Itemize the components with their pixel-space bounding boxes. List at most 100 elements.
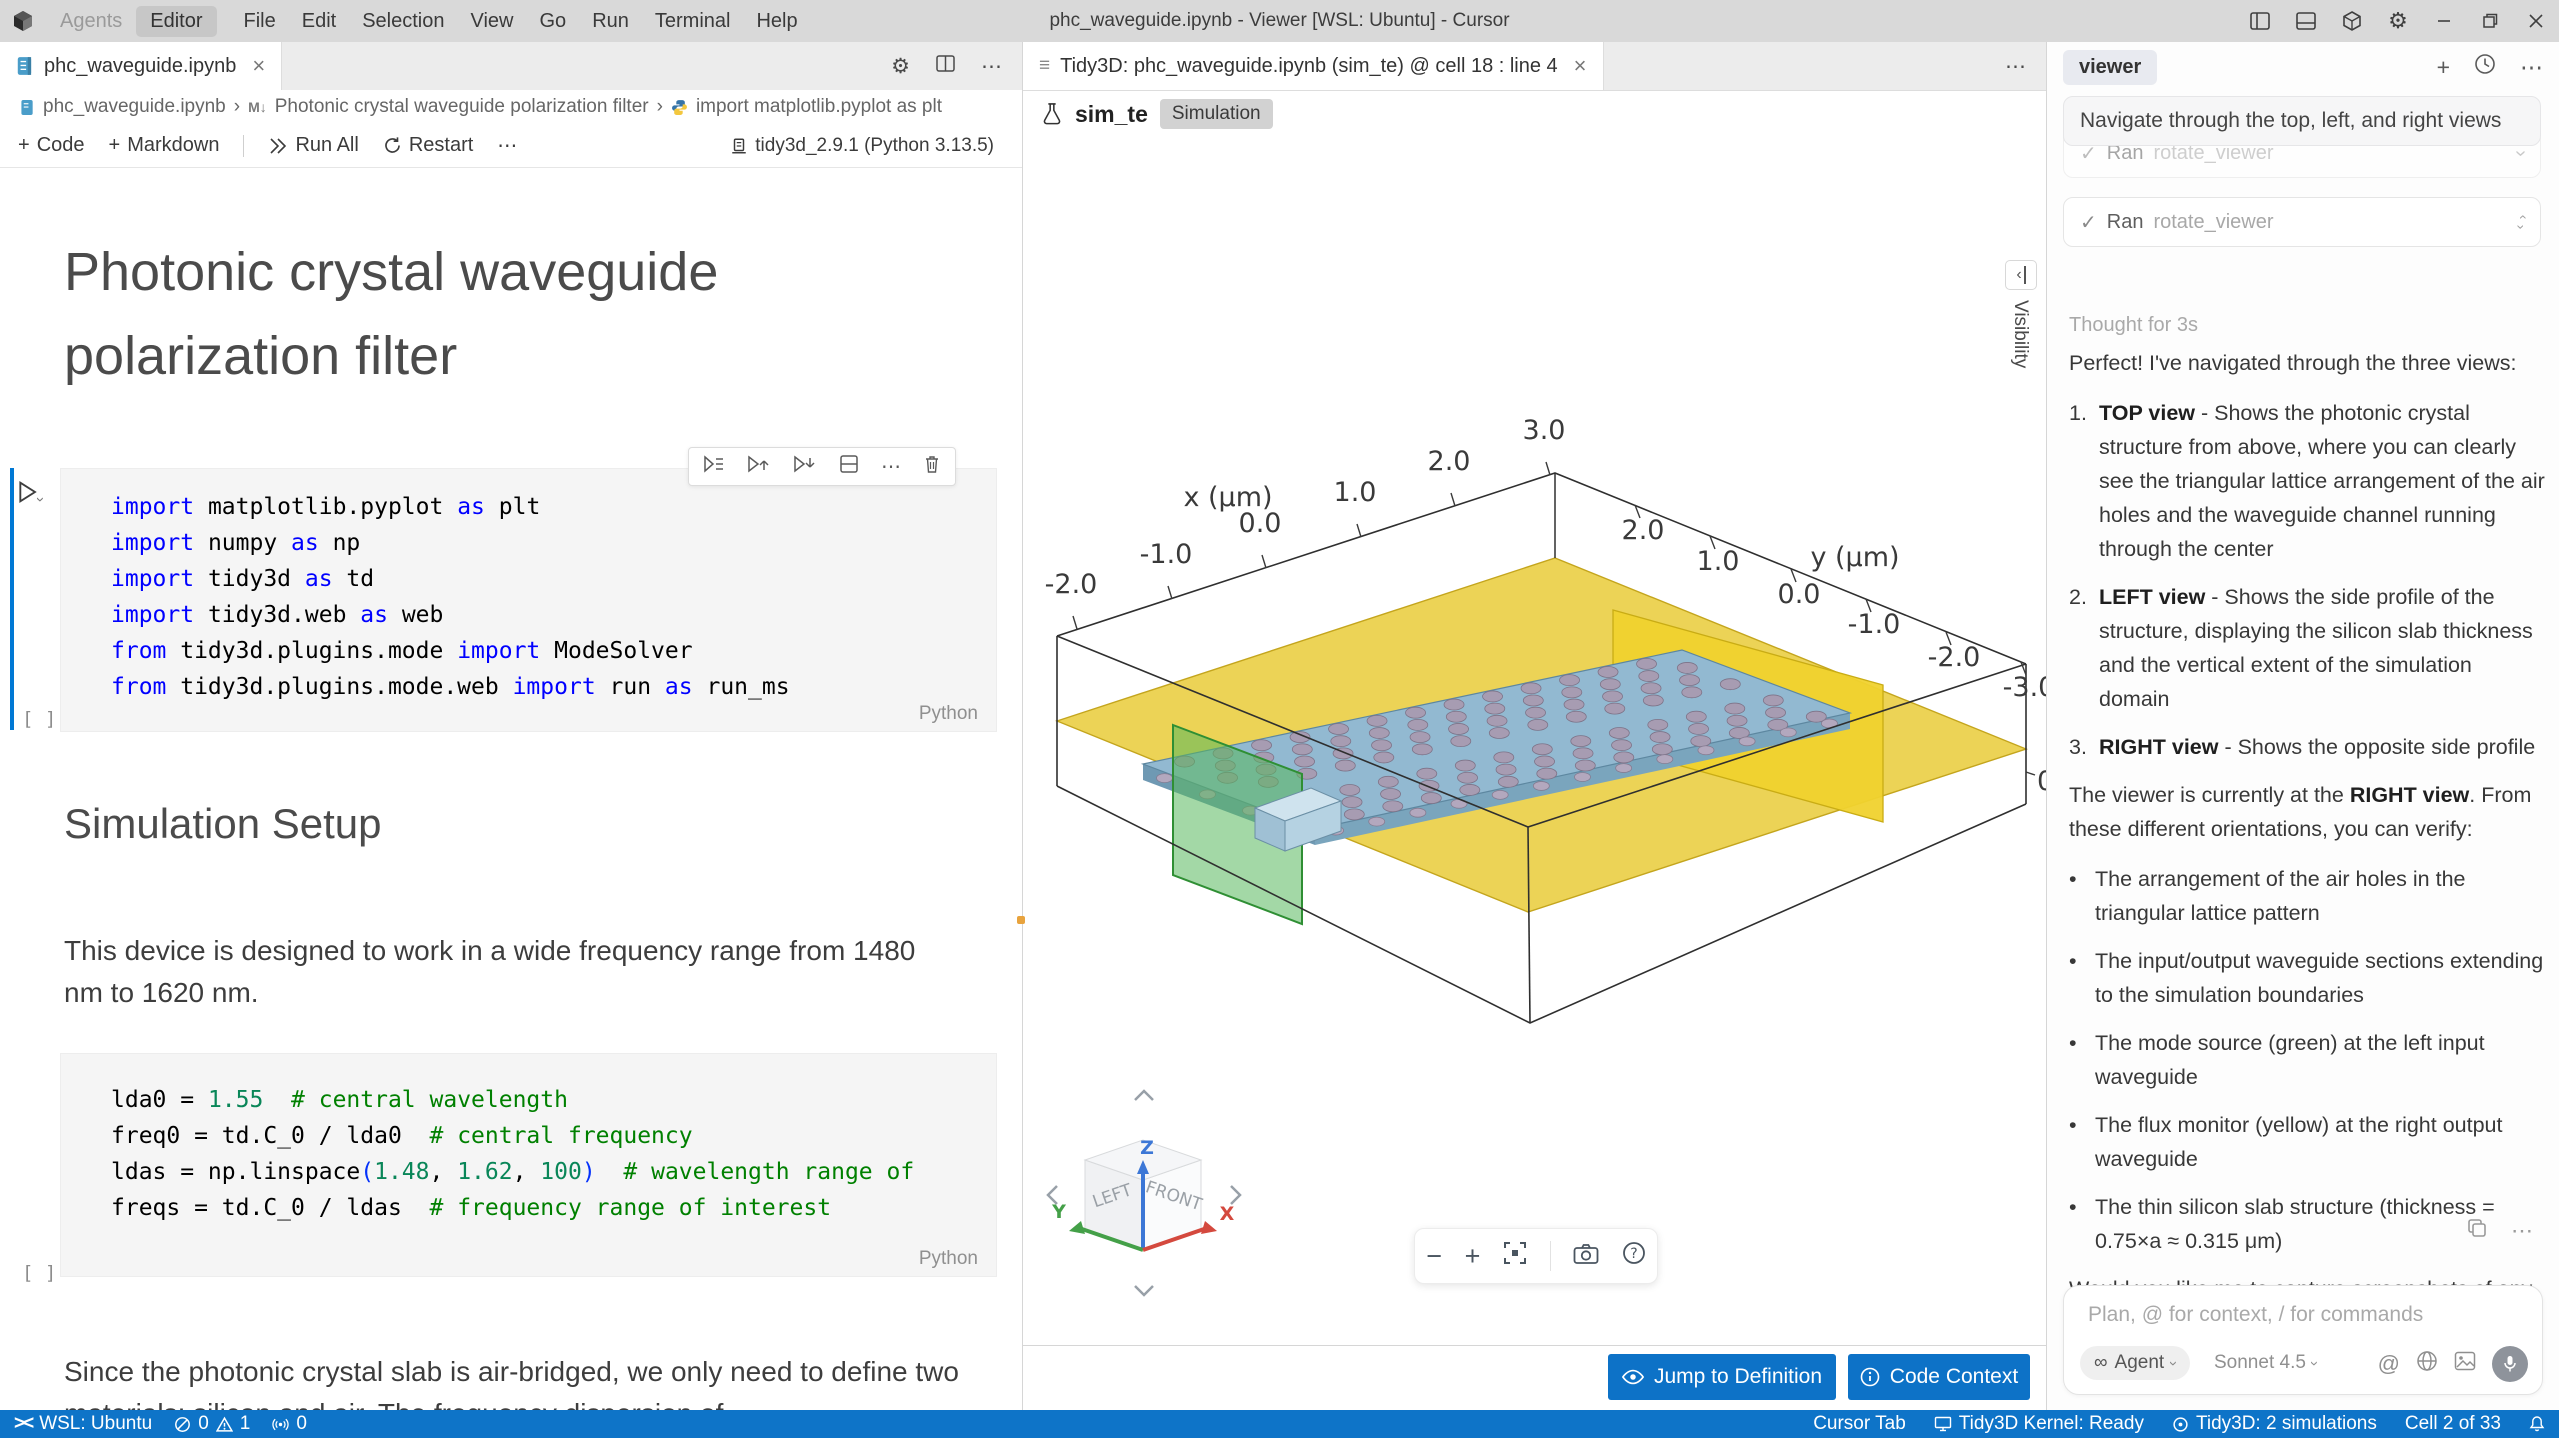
cube-y-axis-label: Y [1051, 1201, 1066, 1223]
breadcrumb-file[interactable]: phc_waveguide.ipynb [43, 96, 226, 118]
breadcrumb-sep: › [657, 96, 663, 118]
chat-header: viewer + ⋯ [2047, 42, 2559, 92]
simulation-badge: Simulation [1160, 99, 1273, 129]
more-actions-icon[interactable]: ⋯ [981, 54, 1002, 79]
message-more-icon[interactable]: ⋯ [2511, 1218, 2533, 1244]
execute-above-icon[interactable] [747, 454, 771, 479]
rotate-down-chevron[interactable] [1135, 1286, 1153, 1295]
rotate-up-chevron[interactable] [1135, 1091, 1153, 1100]
3d-viewport[interactable]: -2.0 -1.0 0.0 1.0 2.0 3.0 x (µm) 2.0 1.0… [1023, 138, 2046, 1345]
thought-duration[interactable]: Thought for 3s [2069, 314, 2198, 337]
notifications-bell-icon[interactable] [2529, 1415, 2545, 1433]
split-cell-icon[interactable] [839, 454, 859, 479]
remote-indicator[interactable]: >< WSL: Ubuntu [14, 1413, 152, 1435]
close-window-button[interactable] [2513, 0, 2559, 42]
cursor-ai-icon[interactable] [2329, 0, 2375, 42]
breadcrumb[interactable]: phc_waveguide.ipynb › M↓ Photonic crysta… [0, 90, 1022, 124]
toggle-sidebar-icon[interactable] [2237, 0, 2283, 42]
expand-collapse-icon[interactable]: ›› [2519, 212, 2524, 232]
web-globe-icon[interactable] [2416, 1350, 2438, 1378]
expand-chevron-icon[interactable]: › [2509, 150, 2532, 157]
plus-icon: + [18, 134, 30, 157]
navigation-cube[interactable]: LEFT FRONT Z Y X [1048, 1091, 1240, 1295]
tab-close-icon[interactable]: × [1574, 53, 1587, 79]
run-all-button[interactable]: Run All [268, 134, 358, 157]
new-chat-icon[interactable]: + [2437, 54, 2450, 81]
code-cell-parameters[interactable]: lda0 = 1.55 # central wavelengthfreq0 = … [60, 1053, 997, 1277]
list-icon: ≡ [1039, 55, 1050, 77]
cell-position-status[interactable]: Cell 2 of 33 [2405, 1413, 2501, 1435]
zoom-in-icon[interactable]: + [1465, 1241, 1481, 1272]
fit-view-icon[interactable] [1503, 1241, 1527, 1272]
problems-indicator[interactable]: 0 1 [174, 1413, 250, 1435]
zoom-out-icon[interactable]: − [1426, 1241, 1442, 1272]
copy-icon[interactable] [2467, 1218, 2487, 1244]
broadcast-indicator[interactable]: 0 [272, 1413, 307, 1435]
minimize-button[interactable] [2421, 0, 2467, 42]
breadcrumb-section[interactable]: Photonic crystal waveguide polarization … [275, 96, 649, 118]
menu-selection[interactable]: Selection [349, 6, 457, 37]
settings-gear-icon[interactable]: ⚙ [2375, 0, 2421, 42]
split-editor-icon[interactable] [936, 54, 955, 78]
cursor-tab-status[interactable]: Cursor Tab [1813, 1413, 1906, 1435]
collapse-panel-icon[interactable]: ‹ [2005, 260, 2037, 290]
tab-close-icon[interactable]: × [252, 53, 265, 79]
restart-icon [383, 136, 402, 155]
code-editor-parameters[interactable]: lda0 = 1.55 # central wavelengthfreq0 = … [111, 1082, 914, 1226]
execute-below-icon[interactable] [793, 454, 817, 479]
tab-notebook[interactable]: phc_waveguide.ipynb × [0, 42, 282, 90]
notebook-pane: phc_waveguide.ipynb × ⚙ ⋯ phc_waveguide.… [0, 42, 1023, 1410]
tab-tidy3d-viewer[interactable]: ≡ Tidy3D: phc_waveguide.ipynb (sim_te) @… [1023, 42, 1604, 90]
notebook-settings-gear-icon[interactable]: ⚙ [891, 54, 910, 79]
agent-mode-selector[interactable]: ∞ Agent › [2080, 1346, 2190, 1380]
kernel-picker[interactable]: tidy3d_2.9.1 (Python 3.13.5) [730, 135, 1022, 157]
svg-text:0.0: 0.0 [1778, 579, 1821, 610]
menu-file[interactable]: File [231, 6, 289, 37]
add-code-button[interactable]: +Code [18, 134, 85, 157]
menu-terminal[interactable]: Terminal [642, 6, 744, 37]
chat-tab-viewer[interactable]: viewer [2063, 50, 2157, 85]
message-intro: Perfect! I've navigated through the thre… [2069, 346, 2547, 380]
run-cell-button[interactable]: › [16, 480, 43, 509]
mode-tab-agents[interactable]: Agents [46, 6, 136, 37]
code-context-button[interactable]: Code Context [1848, 1354, 2030, 1400]
visibility-panel-label[interactable]: Visibility [2009, 300, 2031, 368]
screenshot-camera-icon[interactable] [1573, 1241, 1599, 1272]
simulations-status[interactable]: Tidy3D: 2 simulations [2172, 1413, 2377, 1435]
cursor-logo-icon [0, 0, 46, 42]
rotate-right-chevron[interactable] [1231, 1186, 1240, 1204]
history-clock-icon[interactable] [2474, 53, 2496, 81]
breadcrumb-cell[interactable]: import matplotlib.pyplot as plt [696, 96, 942, 118]
menu-help[interactable]: Help [743, 6, 810, 37]
code-editor-imports[interactable]: import matplotlib.pyplot as pltimport nu… [111, 489, 790, 705]
kernel-status[interactable]: Tidy3D Kernel: Ready [1934, 1413, 2144, 1435]
cell-language-label[interactable]: Python [919, 703, 978, 725]
tool-call-card[interactable]: ✓ Ranrotate_viewer ›› [2063, 197, 2541, 247]
help-icon[interactable]: ? [1622, 1241, 1646, 1272]
menu-go[interactable]: Go [527, 6, 580, 37]
more-actions-icon[interactable]: ⋯ [2005, 54, 2026, 79]
restart-button[interactable]: Restart [383, 134, 473, 157]
restore-button[interactable] [2467, 0, 2513, 42]
code-cell-imports[interactable]: ⋯ import matplotlib.pyplot as pltimport … [60, 468, 997, 732]
attach-image-icon[interactable] [2454, 1351, 2476, 1377]
voice-mic-icon[interactable] [2492, 1346, 2528, 1382]
notebook-content[interactable]: Photonic crystal waveguide polarization … [0, 168, 1022, 1410]
execute-row-icon[interactable] [703, 454, 725, 479]
toggle-panel-icon[interactable] [2283, 0, 2329, 42]
delete-cell-icon[interactable] [923, 454, 941, 479]
mention-icon[interactable]: @ [2378, 1351, 2400, 1377]
chat-input[interactable] [2086, 1302, 2510, 1328]
menu-view[interactable]: View [458, 6, 527, 37]
cell-language-label[interactable]: Python [919, 1248, 978, 1270]
add-markdown-button[interactable]: +Markdown [109, 134, 220, 157]
model-selector[interactable]: Sonnet 4.5 › [2214, 1352, 2317, 1374]
menu-edit[interactable]: Edit [289, 6, 349, 37]
toolbar-more-icon[interactable]: ⋯ [497, 133, 517, 158]
message-paragraph: The viewer is currently at the RIGHT vie… [2069, 778, 2547, 846]
chat-input-box[interactable]: ∞ Agent › Sonnet 4.5 › @ [2063, 1285, 2543, 1395]
chat-more-icon[interactable]: ⋯ [2520, 54, 2543, 81]
jump-to-definition-button[interactable]: Jump to Definition [1608, 1354, 1836, 1400]
mode-tab-editor[interactable]: Editor [136, 6, 216, 37]
menu-run[interactable]: Run [579, 6, 642, 37]
